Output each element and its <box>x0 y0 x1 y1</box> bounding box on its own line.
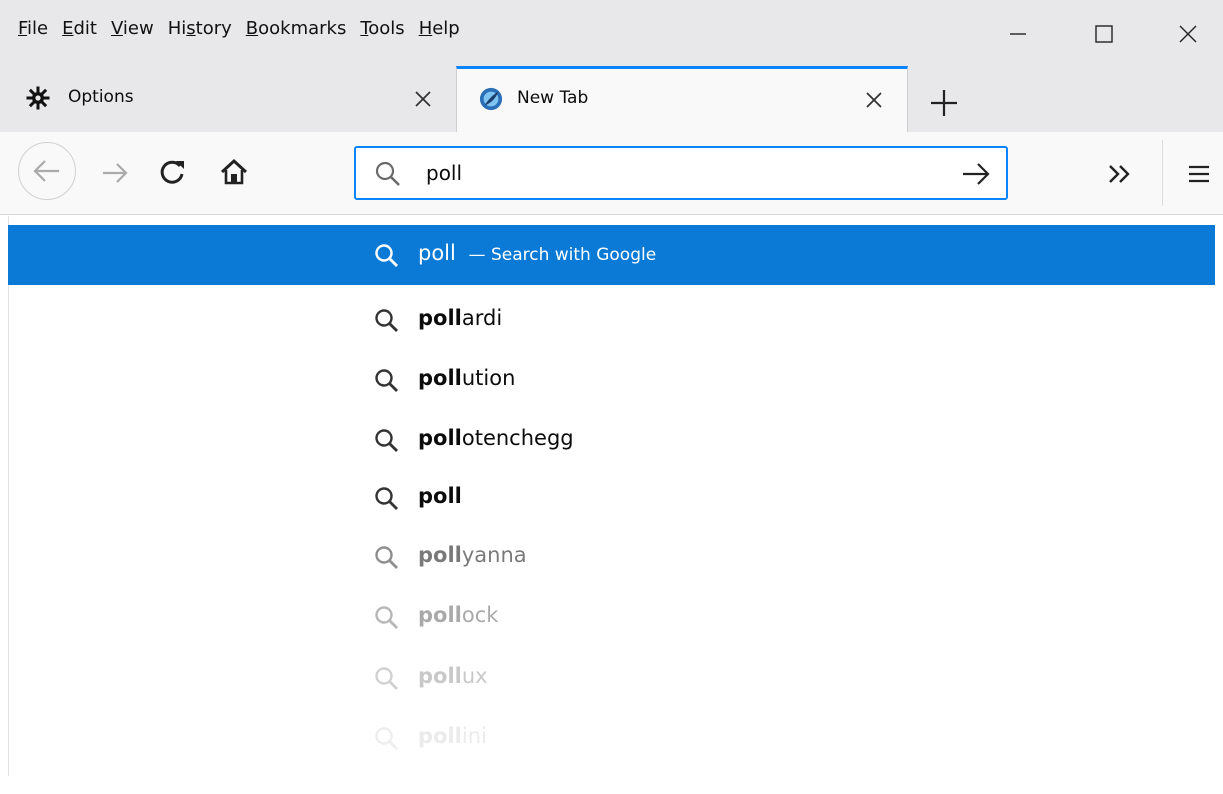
suggestion-row[interactable]: poll <box>8 468 1215 528</box>
suggestion-match: poll <box>418 603 462 627</box>
minimize-icon <box>1010 33 1026 35</box>
search-icon <box>375 309 398 332</box>
search-icon <box>375 429 398 452</box>
menu-bookmarks-accel: B <box>245 18 259 39</box>
suggestion-row[interactable]: pollux <box>8 648 1215 708</box>
search-icon <box>375 727 398 750</box>
suggestion-rest: ini <box>461 724 487 748</box>
minimize-button[interactable] <box>988 12 1048 56</box>
go-arrow-icon[interactable] <box>960 160 992 188</box>
new-tab-plus-icon[interactable] <box>922 86 966 120</box>
tab-new-tab[interactable]: New Tab <box>456 66 908 134</box>
suggestion-match: poll <box>418 724 462 748</box>
tab-strip: Options New Tab <box>0 66 1223 134</box>
suggestion-rest: ution <box>461 366 516 390</box>
close-tab-icon[interactable] <box>863 89 885 111</box>
suggestion-text: pollux <box>418 664 488 688</box>
menu-history[interactable]: History <box>168 18 232 39</box>
suggestion-rest: ardi <box>461 306 503 330</box>
search-icon <box>375 244 398 267</box>
menu-tools-label: ools <box>368 18 405 39</box>
menu-help[interactable]: Help <box>419 18 460 39</box>
suggestion-text: pollyanna <box>418 543 527 567</box>
suggestion-rest: yanna <box>461 543 527 567</box>
suggestion-text: pollotenchegg <box>418 426 574 450</box>
url-input[interactable] <box>426 158 926 188</box>
menu-edit-label: dit <box>73 18 97 39</box>
search-icon <box>375 487 398 510</box>
home-icon[interactable] <box>218 156 250 188</box>
menu-bookmarks-label: ookmarks <box>258 18 347 39</box>
suggestion-rest: otenchegg <box>461 426 574 450</box>
suggestion-text: pollution <box>418 366 515 390</box>
menu-tools[interactable]: Tools <box>360 18 404 39</box>
forward-arrow-icon[interactable] <box>98 156 132 190</box>
menu-edit-accel: E <box>62 18 74 39</box>
suggestion-text: poll — Search with Google <box>418 241 656 265</box>
suggestion-text: pollock <box>418 603 498 627</box>
search-icon <box>375 667 398 690</box>
search-icon <box>375 161 400 186</box>
menu-view-accel: V <box>110 18 123 39</box>
search-engine-label: — Search with Google <box>468 245 657 265</box>
reload-icon[interactable] <box>156 156 188 188</box>
search-icon <box>375 369 398 392</box>
menu-view[interactable]: View <box>111 18 154 39</box>
toolbar-separator <box>1162 140 1163 206</box>
suggestion-match: poll <box>418 543 462 567</box>
suggestion-query: poll <box>418 241 456 265</box>
suggestion-match: poll <box>418 306 462 330</box>
menu-items: File Edit View History Bookmarks Tools H… <box>18 18 474 39</box>
suggestion-row[interactable]: pollini <box>8 708 1215 768</box>
maximize-icon <box>1095 25 1113 43</box>
overflow-chevron-icon[interactable] <box>1106 162 1134 186</box>
suggestion-row[interactable]: pollution <box>8 350 1215 410</box>
menu-bookmarks[interactable]: Bookmarks <box>246 18 347 39</box>
url-bar[interactable] <box>354 146 1008 200</box>
suggestion-rest: ock <box>461 603 499 627</box>
tab-new-tab-label: New Tab <box>517 88 589 108</box>
suggestion-rest: ux <box>461 664 488 688</box>
menu-history-label: tory <box>195 18 232 39</box>
close-tab-icon[interactable] <box>412 88 434 110</box>
menu-history-accel: s <box>186 18 196 39</box>
suggestion-text: pollardi <box>418 306 502 330</box>
maximize-button[interactable] <box>1074 12 1134 56</box>
menu-bar: File Edit View History Bookmarks Tools H… <box>0 0 1223 66</box>
menu-edit[interactable]: Edit <box>62 18 97 39</box>
hamburger-menu-icon[interactable] <box>1186 162 1212 186</box>
menu-view-label: iew <box>122 18 154 39</box>
suggestion-match: poll <box>418 426 462 450</box>
suggestion-row[interactable]: pollock <box>8 587 1215 647</box>
gear-icon <box>26 86 50 110</box>
menu-history-pre: Hi <box>167 18 187 39</box>
suggestion-row[interactable]: pollotenchegg <box>8 410 1215 470</box>
suggestion-row-search[interactable]: poll — Search with Google <box>8 225 1215 285</box>
navigation-toolbar <box>0 132 1223 215</box>
menu-file-label: ile <box>27 18 49 39</box>
window-close-button[interactable] <box>1158 12 1218 56</box>
menu-file-accel: F <box>18 18 28 39</box>
firefox-globe-icon <box>479 87 503 111</box>
close-icon <box>1179 25 1197 43</box>
menu-file[interactable]: File <box>18 18 48 39</box>
menu-help-accel: H <box>418 18 433 39</box>
suggestion-text: poll <box>418 484 462 508</box>
search-icon <box>375 546 398 569</box>
suggestion-row[interactable]: pollyanna <box>8 527 1215 587</box>
back-button[interactable] <box>18 142 76 200</box>
suggestion-match: poll <box>418 664 462 688</box>
suggestion-text: pollini <box>418 724 487 748</box>
menu-help-label: elp <box>432 18 460 39</box>
suggestion-match: poll <box>418 484 462 508</box>
tab-options[interactable]: Options <box>0 66 456 132</box>
back-arrow-icon <box>33 160 59 182</box>
tab-options-label: Options <box>68 87 134 107</box>
suggestion-row[interactable]: pollardi <box>8 290 1215 350</box>
search-icon <box>375 606 398 629</box>
suggestion-match: poll <box>418 366 462 390</box>
